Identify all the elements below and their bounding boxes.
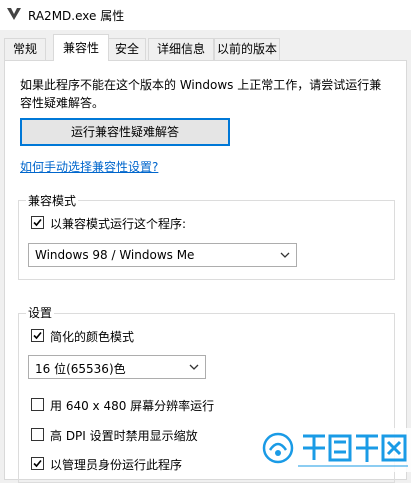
chevron-down-icon bbox=[189, 361, 199, 375]
window-title: RA2MD.exe 属性 bbox=[28, 9, 125, 23]
dpi-checkbox[interactable] bbox=[31, 428, 44, 441]
troubleshoot-button[interactable]: 运行兼容性疑难解答 bbox=[20, 118, 230, 146]
checkmark-icon bbox=[33, 218, 42, 227]
tab-security[interactable]: 安全 bbox=[108, 38, 146, 60]
compat-mode-legend: 兼容模式 bbox=[26, 192, 79, 209]
res-640-checkbox[interactable] bbox=[31, 398, 44, 411]
dpi-label: 高 DPI 设置时禁用显示缩放 bbox=[50, 429, 198, 443]
app-icon bbox=[6, 6, 22, 22]
reduced-color-label: 简化的颜色模式 bbox=[50, 330, 135, 344]
chevron-down-icon bbox=[280, 249, 290, 263]
settings-legend: 设置 bbox=[26, 304, 55, 321]
color-depth-value: 16 位(65536)色 bbox=[35, 362, 126, 376]
watermark-logo bbox=[258, 428, 411, 472]
compat-mode-group bbox=[18, 200, 395, 280]
tab-compatibility[interactable]: 兼容性 bbox=[53, 34, 109, 61]
manual-settings-link[interactable]: 如何手动选择兼容性设置? bbox=[20, 158, 158, 175]
admin-checkbox[interactable] bbox=[31, 457, 44, 470]
compat-mode-checkbox[interactable] bbox=[31, 216, 44, 229]
compat-mode-label: 以兼容模式运行这个程序: bbox=[50, 217, 187, 231]
reduced-color-checkbox[interactable] bbox=[31, 329, 44, 342]
color-depth-select[interactable]: 16 位(65536)色 bbox=[28, 355, 206, 379]
admin-label: 以管理员身份运行此程序 bbox=[50, 458, 183, 472]
os-select[interactable]: Windows 98 / Windows Me bbox=[28, 243, 297, 267]
intro-text: 如果此程序不能在这个版本的 Windows 上正常工作，请尝试运行兼容性疑难解答… bbox=[20, 78, 382, 110]
tab-details[interactable]: 详细信息 bbox=[148, 38, 214, 60]
res-640-label: 用 640 x 480 屏幕分辨率运行 bbox=[50, 399, 215, 413]
os-select-value: Windows 98 / Windows Me bbox=[35, 248, 195, 262]
checkmark-icon bbox=[33, 331, 42, 340]
tab-previous-versions[interactable]: 以前的版本 bbox=[214, 38, 280, 60]
tab-general[interactable]: 常规 bbox=[4, 38, 46, 60]
checkmark-icon bbox=[33, 459, 42, 468]
